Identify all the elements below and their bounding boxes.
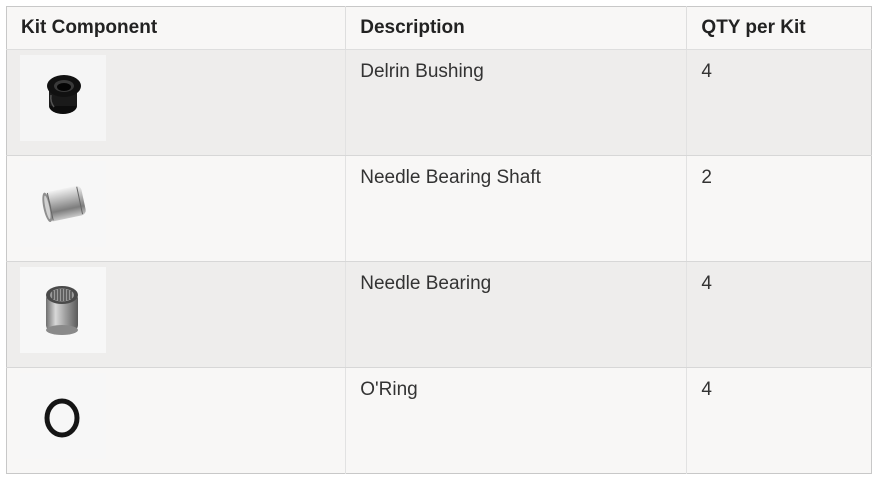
description-text: Needle Bearing Shaft [360, 167, 541, 188]
component-cell [6, 155, 346, 262]
o-ring-image [20, 373, 106, 459]
table-row: Delrin Bushing 4 [6, 49, 872, 156]
component-cell [6, 261, 346, 368]
table-row: O'Ring 4 [6, 367, 872, 474]
table-row: Needle Bearing 4 [6, 261, 872, 368]
qty-text: 4 [701, 379, 712, 400]
table-header-row: Kit Component Description QTY per Kit [6, 6, 872, 50]
qty-text: 2 [701, 167, 712, 188]
needle-bearing-shaft-image [20, 161, 106, 247]
kit-components-table: Kit Component Description QTY per Kit De… [6, 6, 872, 474]
qty-cell: 4 [686, 49, 872, 156]
description-cell: Needle Bearing Shaft [345, 155, 687, 262]
component-cell [6, 49, 346, 156]
table-row: Needle Bearing Shaft 2 [6, 155, 872, 262]
header-kit-component: Kit Component [6, 6, 346, 50]
description-text: O'Ring [360, 379, 418, 400]
qty-cell: 2 [686, 155, 872, 262]
delrin-bushing-image [20, 55, 106, 141]
qty-cell: 4 [686, 261, 872, 368]
description-cell: Needle Bearing [345, 261, 687, 368]
header-description: Description [345, 6, 687, 50]
description-text: Needle Bearing [360, 273, 492, 294]
header-qty-per-kit: QTY per Kit [686, 6, 872, 50]
description-cell: Delrin Bushing [345, 49, 687, 156]
qty-text: 4 [701, 61, 712, 82]
qty-cell: 4 [686, 367, 872, 474]
component-cell [6, 367, 346, 474]
qty-text: 4 [701, 273, 712, 294]
needle-bearing-image [20, 267, 106, 353]
description-cell: O'Ring [345, 367, 687, 474]
description-text: Delrin Bushing [360, 61, 484, 82]
